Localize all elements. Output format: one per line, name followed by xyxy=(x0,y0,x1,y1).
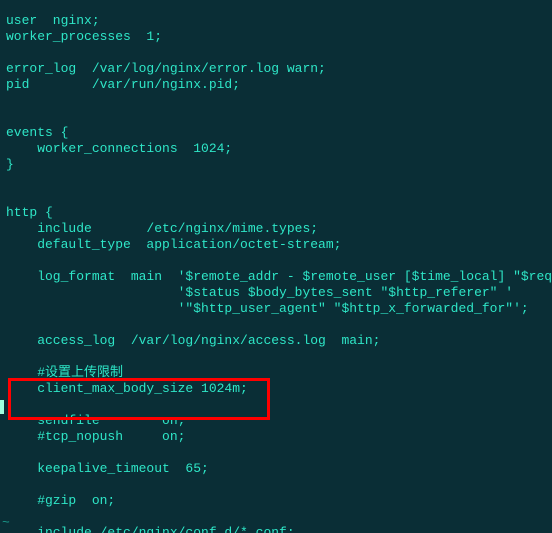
code-line: log_format main '$remote_addr - $remote_… xyxy=(6,269,552,284)
code-line: events { xyxy=(6,125,68,140)
cursor-indicator xyxy=(0,400,4,414)
code-line: http { xyxy=(6,205,53,220)
code-line: include /etc/nginx/conf.d/*.conf; xyxy=(6,525,295,533)
code-line: client_max_body_size 1024m; xyxy=(6,381,248,396)
code-line: user nginx; xyxy=(6,13,100,28)
code-line: error_log /var/log/nginx/error.log warn; xyxy=(6,61,326,76)
code-line: #tcp_nopush on; xyxy=(6,429,185,444)
code-line: } xyxy=(6,157,14,172)
code-line: '"$http_user_agent" "$http_x_forwarded_f… xyxy=(6,301,529,316)
code-line: pid /var/run/nginx.pid; xyxy=(6,77,240,92)
code-line: default_type application/octet-stream; xyxy=(6,237,341,252)
code-line: worker_processes 1; xyxy=(6,29,162,44)
config-editor[interactable]: user nginx; worker_processes 1; error_lo… xyxy=(0,13,552,533)
code-line: sendfile on; xyxy=(6,413,185,428)
code-line: worker_connections 1024; xyxy=(6,141,232,156)
code-line: '$status $body_bytes_sent "$http_referer… xyxy=(6,285,513,300)
code-line: keepalive_timeout 65; xyxy=(6,461,209,476)
vim-tilde-line: ~ xyxy=(0,515,10,531)
code-line: include /etc/nginx/mime.types; xyxy=(6,221,318,236)
code-line: access_log /var/log/nginx/access.log mai… xyxy=(6,333,380,348)
code-line: #设置上传限制 xyxy=(6,365,123,380)
code-line: #gzip on; xyxy=(6,493,115,508)
